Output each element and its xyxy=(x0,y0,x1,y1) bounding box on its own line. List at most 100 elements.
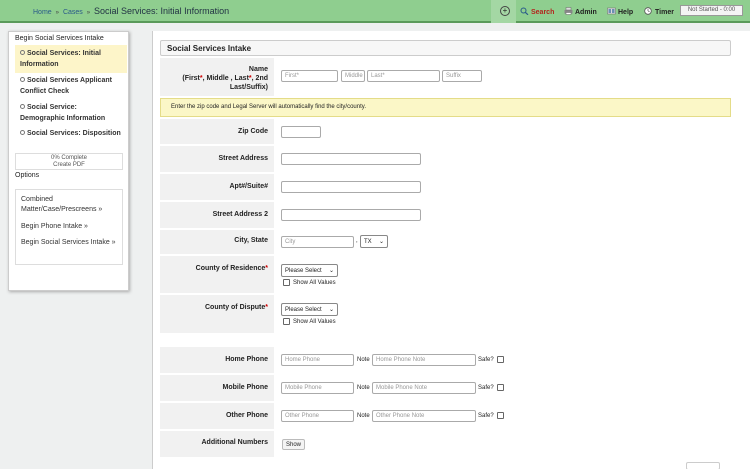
zip-label: Zip Code xyxy=(238,128,268,135)
link-begin-phone-intake[interactable]: Begin Phone Intake » xyxy=(21,222,121,232)
search-icon xyxy=(520,7,529,16)
city-state-row: City, State City , TX ⌄ xyxy=(160,230,731,255)
breadcrumb: Home » Cases » Social Services: Initial … xyxy=(33,6,229,16)
name-label-line2: (First*, Middle , Last*, 2nd xyxy=(182,74,268,83)
mobile-phone-note-input[interactable]: Mobile Phone Note xyxy=(372,382,476,394)
top-bar: Home » Cases » Social Services: Initial … xyxy=(0,0,750,23)
name-label: Name (First*, Middle , Last*, 2nd Last/S… xyxy=(182,65,268,92)
county-residence-field-cell: Please Select ⌄ Show All Values xyxy=(274,256,731,293)
street2-label: Street Address 2 xyxy=(212,211,268,218)
help-icon xyxy=(607,7,616,15)
home-phone-safe-checkbox[interactable] xyxy=(497,356,504,363)
chevron-down-icon: ⌄ xyxy=(378,239,384,245)
zip-row: Zip Code xyxy=(160,119,731,145)
step-status-icon xyxy=(20,77,25,82)
step-demographic-information[interactable]: Social Service: Demographic Information xyxy=(15,99,127,127)
street2-row: Street Address 2 xyxy=(160,202,731,229)
step-disposition[interactable]: Social Services: Disposition xyxy=(15,125,127,142)
additional-numbers-row: Additional Numbers Show xyxy=(160,431,731,458)
chevron-down-icon: ⌄ xyxy=(328,268,334,274)
timer-status: Not Started - 0:00 xyxy=(680,5,743,16)
clock-icon xyxy=(644,7,653,15)
step-conflict-check[interactable]: Social Services Applicant Conflict Check xyxy=(15,72,127,100)
admin-link[interactable]: Admin xyxy=(564,7,597,16)
phone-row: Other Phone Other Phone Note Other Phone… xyxy=(160,403,731,430)
breadcrumb-home[interactable]: Home xyxy=(33,9,52,16)
show-all-residence-label: Show All Values xyxy=(293,280,336,286)
apt-field-cell xyxy=(274,174,731,200)
other-phone-safe-checkbox[interactable] xyxy=(497,412,504,419)
home-phone-input[interactable]: Home Phone xyxy=(281,354,354,366)
county-residence-text: County of Residence xyxy=(195,265,266,272)
county-residence-select[interactable]: Please Select ⌄ xyxy=(281,264,338,277)
street-row: Street Address xyxy=(160,146,731,173)
name-label-first: (First xyxy=(182,75,200,82)
show-additional-numbers-button[interactable]: Show xyxy=(282,439,306,450)
timer-link[interactable]: Timer xyxy=(644,7,674,16)
other-phone-input[interactable]: Other Phone xyxy=(281,410,354,422)
breadcrumb-cases[interactable]: Cases xyxy=(63,9,83,16)
city-input[interactable]: City xyxy=(281,236,354,248)
progress-box: 0% Complete Create PDF xyxy=(15,153,123,170)
show-all-dispute-checkbox[interactable] xyxy=(283,318,290,325)
name-label-line3: Last/Suffix) xyxy=(229,84,268,91)
zip-input[interactable] xyxy=(281,126,321,138)
county-residence-row: County of Residence* Please Select ⌄ Show… xyxy=(160,256,731,294)
suffix-input[interactable]: Suffix xyxy=(442,70,482,82)
last-name-input[interactable]: Last* xyxy=(367,70,440,82)
home-phone-note-input[interactable]: Home Phone Note xyxy=(372,354,476,366)
mobile-phone-label: Mobile Phone xyxy=(222,384,269,391)
county-residence-label: County of Residence* xyxy=(196,264,268,273)
name-row: Name (First*, Middle , Last*, 2nd Last/S… xyxy=(160,58,731,97)
street-address-2-input[interactable] xyxy=(281,209,421,221)
other-phone-label: Other Phone xyxy=(225,412,268,419)
printer-icon xyxy=(564,7,573,15)
name-label-2nd: , 2nd xyxy=(251,75,268,82)
zip-field-cell xyxy=(274,119,731,144)
options-box: Combined Matter/Case/Prescreens » Begin … xyxy=(15,189,123,265)
mobile-phone-field-cell: Mobile Phone Note Mobile Phone Note Safe… xyxy=(274,375,731,401)
plus-icon[interactable]: + xyxy=(500,6,510,16)
county-residence-value: Please Select xyxy=(285,268,322,274)
state-select[interactable]: TX ⌄ xyxy=(360,235,388,248)
main-panel: Social Services Intake Name (First*, Mid… xyxy=(152,31,750,469)
step-label: Social Services Applicant Conflict Check xyxy=(20,77,112,95)
apt-suite-input[interactable] xyxy=(281,181,421,193)
link-combined-matter[interactable]: Combined Matter/Case/Prescreens » xyxy=(21,195,121,215)
apt-row: Apt#/Suite# xyxy=(160,174,731,201)
step-label: Social Services: Initial Information xyxy=(20,50,101,68)
other-phone-field-cell: Other Phone Note Other Phone Note Safe? xyxy=(274,403,731,429)
county-dispute-select[interactable]: Please Select ⌄ xyxy=(281,303,338,316)
search-link[interactable]: Search xyxy=(520,7,554,16)
required-marker: * xyxy=(265,304,268,311)
additional-numbers-label: Additional Numbers xyxy=(201,439,268,446)
safe-label: Safe? xyxy=(478,413,494,419)
street-address-input[interactable] xyxy=(281,153,421,165)
middle-name-input[interactable]: Middle xyxy=(341,70,365,82)
bottom-button[interactable] xyxy=(686,462,720,469)
county-dispute-text: County of Dispute xyxy=(204,304,266,311)
section-title: Social Services Intake xyxy=(160,40,731,56)
breadcrumb-separator: » xyxy=(86,10,91,16)
step-status-icon xyxy=(20,50,25,55)
note-label: Note xyxy=(357,385,370,391)
first-name-input[interactable]: First* xyxy=(281,70,338,82)
show-all-residence-checkbox[interactable] xyxy=(283,279,290,286)
admin-label: Admin xyxy=(575,9,597,16)
mobile-phone-safe-checkbox[interactable] xyxy=(497,384,504,391)
show-all-dispute-label: Show All Values xyxy=(293,319,336,325)
name-label-middle-last: , Middle , Last xyxy=(202,75,249,82)
county-dispute-row: County of Dispute* Please Select ⌄ Show A… xyxy=(160,295,731,334)
link-begin-social-services-intake[interactable]: Begin Social Services Intake » xyxy=(21,238,121,248)
additional-numbers-field-cell: Show xyxy=(274,431,731,457)
county-dispute-field-cell: Please Select ⌄ Show All Values xyxy=(274,295,731,333)
street-field-cell xyxy=(274,146,731,172)
mobile-phone-input[interactable]: Mobile Phone xyxy=(281,382,354,394)
help-link[interactable]: Help xyxy=(607,7,633,16)
phone-row: Home Phone Home Phone Note Home Phone No… xyxy=(160,347,731,374)
step-initial-information[interactable]: Social Services: Initial Information xyxy=(15,45,127,73)
note-label: Note xyxy=(357,413,370,419)
street-label: Street Address xyxy=(218,155,268,162)
other-phone-note-input[interactable]: Other Phone Note xyxy=(372,410,476,422)
create-pdf-link[interactable]: Create PDF xyxy=(16,162,122,169)
